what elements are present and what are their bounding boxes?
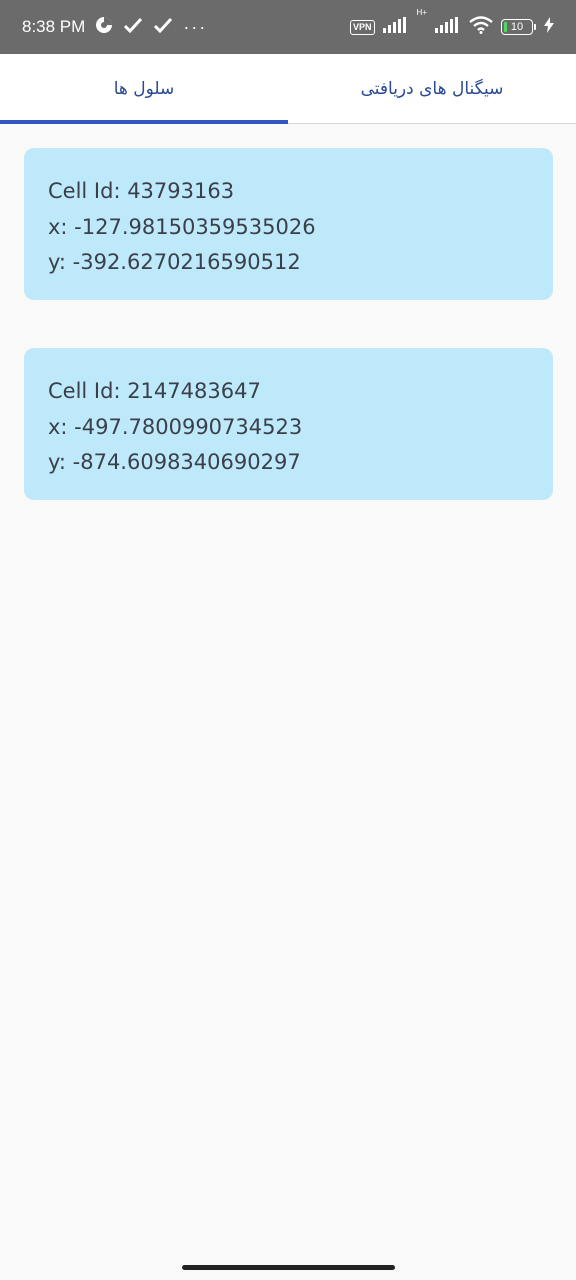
app-notification-icon [95,16,113,39]
cell-y: y: -392.6270216590512 [48,250,301,274]
charging-icon [544,16,554,38]
cell-x: x: -127.98150359535026 [48,214,316,239]
home-indicator[interactable] [182,1265,395,1270]
wifi-icon [469,15,493,39]
cell-x: x: -497.7800990734523 [48,414,303,439]
tab-bar: سیگنال های دریافتی سلول ها [0,54,576,124]
status-right: VPN H+ 10 [350,8,554,39]
battery-icon: 10 [501,19,536,35]
more-notifications-icon: ··· [183,16,208,37]
tab-cells[interactable]: سلول ها [0,54,288,124]
cell-id: Cell Id: 43793163 [48,179,235,203]
cell-id: Cell Id: 2147483647 [48,379,261,403]
vpn-badge: VPN [350,19,375,35]
status-bar: 8:38 PM ··· VPN H+ 10 [0,0,576,54]
signal-icon [382,16,409,38]
battery-level: 10 [510,21,524,33]
cell-y: y: -874.6098340690297 [48,450,301,474]
clock: 8:38 PM [22,17,86,36]
cell-card[interactable]: Cell Id: 43793163 x: -127.98150359535026… [24,148,553,300]
tab-label: سلول ها [113,78,175,99]
signal-icon-2 [435,16,461,38]
tab-received-signals[interactable]: سیگنال های دریافتی [288,54,576,123]
network-type-label: H+ [416,7,427,17]
cell-card[interactable]: Cell Id: 2147483647 x: -497.780099073452… [24,348,553,500]
check-icon [123,17,143,38]
tab-label: سیگنال های دریافتی [360,78,504,99]
status-left: 8:38 PM ··· [22,16,207,39]
check-icon [153,17,173,38]
